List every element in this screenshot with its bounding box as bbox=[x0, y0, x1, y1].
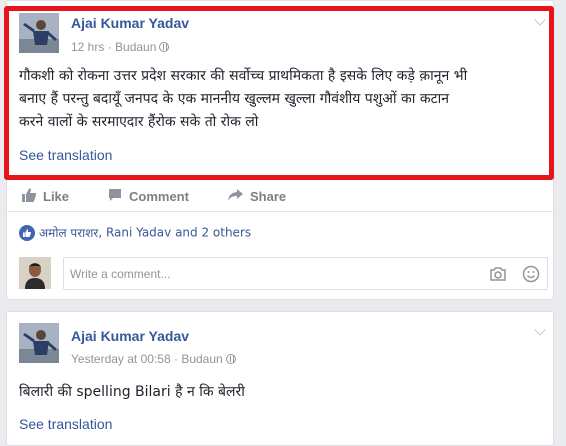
reactor-name[interactable]: Rani Yadav bbox=[106, 226, 171, 240]
comment-placeholder: Write a comment... bbox=[70, 267, 171, 281]
post-timestamp[interactable]: 12 hrs bbox=[71, 40, 104, 54]
reactions-others[interactable]: and 2 others bbox=[171, 226, 251, 240]
meta-separator: · bbox=[170, 351, 182, 366]
post-text-line: करने वालों के सरमाएदार हैंरोक सके तो रोक… bbox=[19, 114, 259, 130]
comment-icon bbox=[107, 187, 123, 206]
meta-separator: · bbox=[104, 39, 116, 54]
comment-input[interactable]: Write a comment... bbox=[63, 257, 548, 290]
like-icon bbox=[21, 187, 37, 206]
post-location[interactable]: Budaun bbox=[115, 40, 156, 54]
share-label: Share bbox=[250, 189, 287, 204]
reactor-name[interactable]: अमोल पराशर bbox=[39, 226, 98, 240]
post-text-line: बनाए हैं परन्तु बदायूँ जनपद के एक माननीय… bbox=[19, 91, 450, 107]
post-location[interactable]: Budaun bbox=[181, 352, 222, 366]
post-text: बिलारी की spelling Bilari है न कि बेलरी bbox=[19, 381, 545, 404]
post-text: गौकशी को रोकना उत्तर प्रदेश सरकार की सर्… bbox=[19, 65, 545, 134]
post-card-1: Ajai Kumar Yadav 12 hrs · Budaun गौकशी क… bbox=[6, 0, 554, 300]
post-timestamp[interactable]: Yesterday at 00:58 bbox=[71, 352, 171, 366]
like-badge-icon bbox=[19, 224, 35, 241]
comment-button[interactable]: Comment bbox=[107, 187, 189, 206]
like-label: Like bbox=[43, 189, 70, 204]
reactions-comma: , bbox=[98, 225, 106, 240]
camera-icon[interactable] bbox=[489, 266, 507, 287]
share-button[interactable]: Share bbox=[227, 187, 286, 206]
comment-label: Comment bbox=[129, 189, 189, 204]
like-button[interactable]: Like bbox=[21, 187, 69, 206]
divider bbox=[7, 211, 553, 212]
chevron-down-icon[interactable] bbox=[534, 324, 546, 336]
author-avatar[interactable] bbox=[19, 13, 59, 53]
post-card-2: Ajai Kumar Yadav Yesterday at 00:58 · Bu… bbox=[6, 311, 554, 446]
post-text-line: गौकशी को रोकना उत्तर प्रदेश सरकार की सर्… bbox=[19, 68, 468, 84]
post-text-line: बिलारी की spelling Bilari है न कि बेलरी bbox=[19, 384, 245, 400]
reactions-summary[interactable]: अमोल पराशर, Rani Yadav and 2 others bbox=[19, 224, 251, 241]
chevron-down-icon[interactable] bbox=[534, 14, 546, 26]
see-translation-link[interactable]: See translation bbox=[19, 416, 112, 432]
see-translation-link[interactable]: See translation bbox=[19, 147, 112, 163]
divider bbox=[19, 178, 543, 179]
author-avatar[interactable] bbox=[19, 323, 59, 363]
globe-icon bbox=[225, 353, 236, 364]
emoji-icon[interactable] bbox=[522, 265, 540, 288]
post-meta: Yesterday at 00:58 · Budaun bbox=[71, 351, 236, 366]
post-meta: 12 hrs · Budaun bbox=[71, 39, 170, 54]
post-author[interactable]: Ajai Kumar Yadav bbox=[71, 328, 189, 344]
globe-icon bbox=[159, 41, 170, 52]
post-author[interactable]: Ajai Kumar Yadav bbox=[71, 15, 189, 31]
share-icon bbox=[227, 187, 244, 206]
current-user-avatar[interactable] bbox=[19, 257, 51, 289]
